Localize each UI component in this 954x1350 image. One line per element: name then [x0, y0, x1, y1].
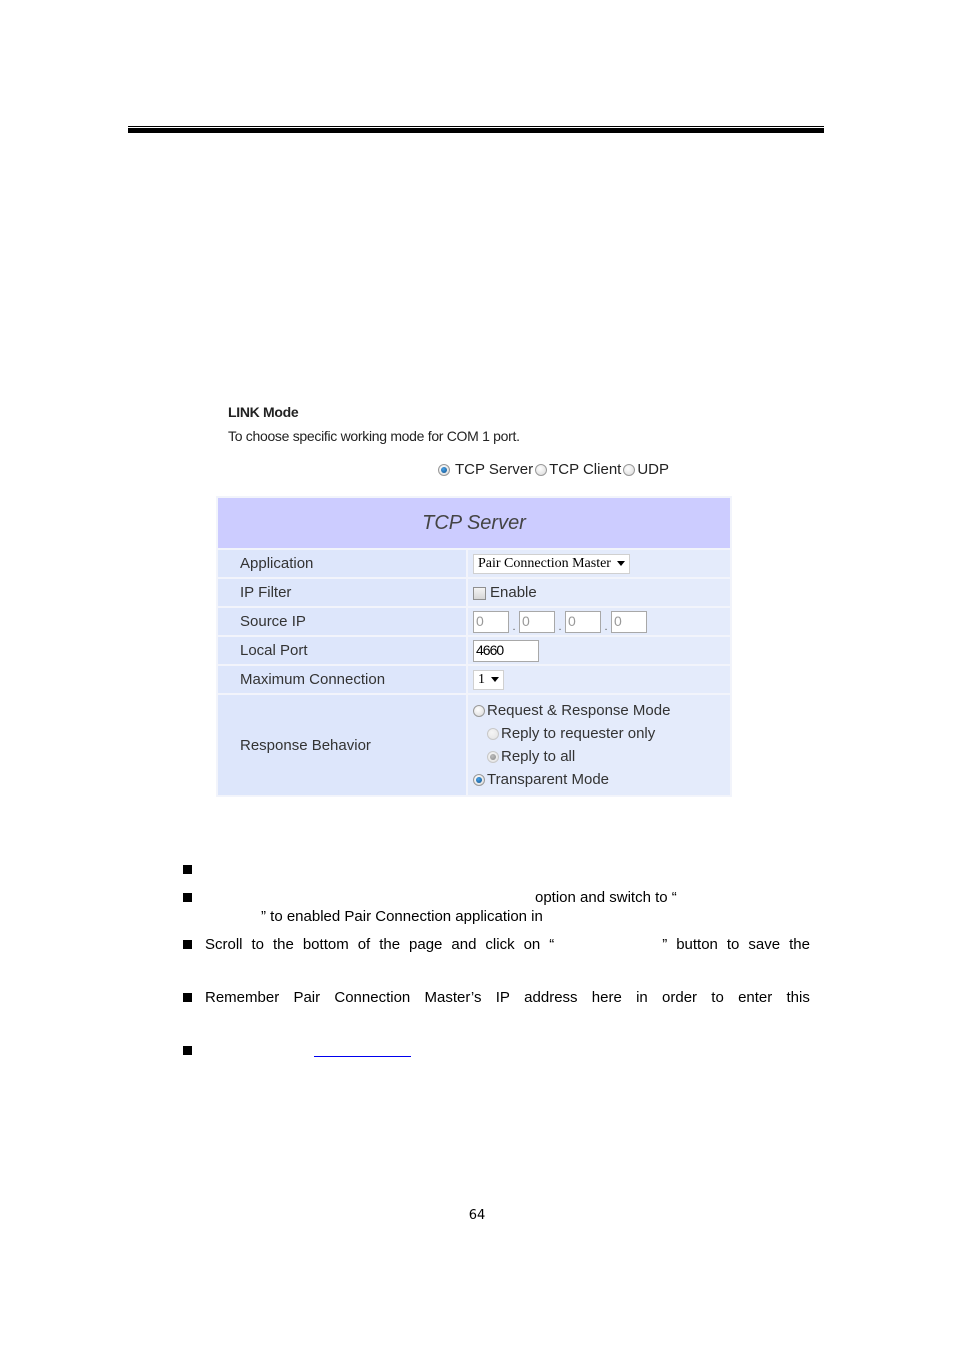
application-label: Application: [216, 548, 468, 579]
word: the: [273, 936, 294, 953]
word: the: [789, 936, 810, 953]
radio-tcp-client[interactable]: [535, 463, 548, 476]
word: page: [409, 936, 443, 953]
radio-request-response-mode[interactable]: [473, 704, 485, 717]
word: Connection: [334, 989, 411, 1006]
word: Master’s: [424, 989, 482, 1006]
word: to: [251, 936, 265, 953]
tcp-server-settings-table: TCP Server Application Pair Connection M…: [216, 496, 732, 797]
ip-filter-label: IP Filter: [216, 577, 468, 608]
word: in: [636, 989, 648, 1006]
max-connection-select-value: 1: [478, 671, 485, 687]
source-ip-label: Source IP: [216, 606, 468, 637]
table-row: IP Filter Enable: [216, 577, 732, 608]
bullet-4-line-1: Remember Pair Connection Master’s IP address h…: [205, 989, 810, 1006]
radio-reply-to-requester-only[interactable]: [487, 727, 499, 740]
radio-reply-to-requester-only-label: Reply to requester only: [501, 725, 656, 742]
radio-reply-to-all-label: Reply to all: [501, 748, 576, 765]
bullet-2-line-1: option and switch to “: [535, 889, 677, 906]
word: the: [379, 936, 401, 953]
ip-filter-enable-checkbox[interactable]: [473, 586, 486, 600]
radio-tcp-client-label: TCP Client: [549, 461, 622, 478]
word: Remember: [205, 989, 280, 1006]
word: and: [451, 936, 477, 953]
link-mode-title: LINK Mode: [228, 404, 299, 420]
word: to: [726, 936, 740, 953]
chevron-down-icon: [491, 677, 499, 682]
word: bottom: [302, 936, 349, 953]
word: order: [662, 989, 698, 1006]
bullet-icon: [183, 993, 192, 1002]
radio-udp[interactable]: [623, 463, 636, 476]
word: save: [748, 936, 781, 953]
source-ip-octet-1[interactable]: 0: [473, 610, 509, 633]
word: IP: [495, 989, 510, 1006]
max-connection-select[interactable]: 1: [473, 669, 504, 690]
radio-request-response-mode-label: Request & Response Mode: [487, 702, 671, 719]
bullet-2-line-2: ” to enabled Pair Connection application…: [261, 908, 543, 925]
word: address: [524, 989, 578, 1006]
ip-filter-enable-label: Enable: [490, 584, 537, 601]
bullet-icon: [183, 1046, 192, 1055]
table-row: Source IP 0.0.0.0: [216, 606, 732, 637]
application-select[interactable]: Pair Connection Master: [473, 553, 630, 574]
response-option: Reply to requester only: [473, 722, 729, 745]
bullet-icon: [183, 865, 192, 874]
header-rule-thick: [128, 128, 824, 133]
word: ”: [662, 936, 668, 953]
page-number: 64: [468, 1208, 486, 1223]
word: to: [711, 989, 724, 1006]
word: button: [676, 936, 718, 953]
response-option: Transparent Mode: [473, 768, 729, 791]
table-row: Application Pair Connection Master: [216, 548, 732, 579]
local-port-label: Local Port: [216, 635, 468, 666]
hyperlink-underline[interactable]: [314, 1056, 411, 1057]
word: click: [485, 936, 515, 953]
link-mode-description: To choose specific working mode for COM …: [228, 428, 520, 444]
radio-tcp-server-label: TCP Server: [455, 461, 534, 478]
mode-radio-group: TCP Server TCP Client UDP: [438, 461, 669, 478]
max-connection-label: Maximum Connection: [216, 664, 468, 695]
source-ip-octet-3[interactable]: 0: [565, 610, 601, 633]
word: Scroll: [205, 936, 243, 953]
chevron-down-icon: [616, 561, 625, 566]
word: of: [357, 936, 371, 953]
source-ip-octet-4[interactable]: 0: [611, 610, 647, 633]
radio-transparent-mode[interactable]: [473, 773, 485, 786]
table-row: Response Behavior Request & Response Mod…: [216, 693, 732, 797]
local-port-input[interactable]: 4660: [473, 639, 539, 662]
bullet-icon: [183, 940, 192, 949]
table-row: Local Port 4660: [216, 635, 732, 666]
source-ip-octet-2[interactable]: 0: [519, 610, 555, 633]
ip-separator: .: [558, 620, 562, 633]
ip-separator: .: [512, 620, 516, 633]
table-row: Maximum Connection 1: [216, 664, 732, 695]
header-rule-thin: [128, 126, 824, 127]
application-select-value: Pair Connection Master: [478, 555, 611, 571]
radio-tcp-server[interactable]: [438, 463, 450, 476]
radio-reply-to-all[interactable]: [487, 750, 499, 763]
table-header: TCP Server: [216, 496, 732, 550]
word: here: [591, 989, 622, 1006]
word: “: [549, 936, 555, 953]
radio-transparent-mode-label: Transparent Mode: [487, 771, 610, 788]
bullet-3-line-1: Scroll to the bottom of the page and click on “” bu…: [205, 936, 810, 953]
response-option: Request & Response Mode: [473, 699, 729, 722]
response-behavior-label: Response Behavior: [216, 693, 468, 797]
ip-separator: .: [604, 620, 608, 633]
word: on: [523, 936, 541, 953]
word: [563, 936, 653, 953]
word: enter: [738, 989, 773, 1006]
response-option: Reply to all: [473, 745, 729, 768]
word: this: [786, 989, 810, 1006]
word: Pair: [293, 989, 321, 1006]
radio-udp-label: UDP: [637, 461, 669, 478]
bullet-icon: [183, 893, 192, 902]
